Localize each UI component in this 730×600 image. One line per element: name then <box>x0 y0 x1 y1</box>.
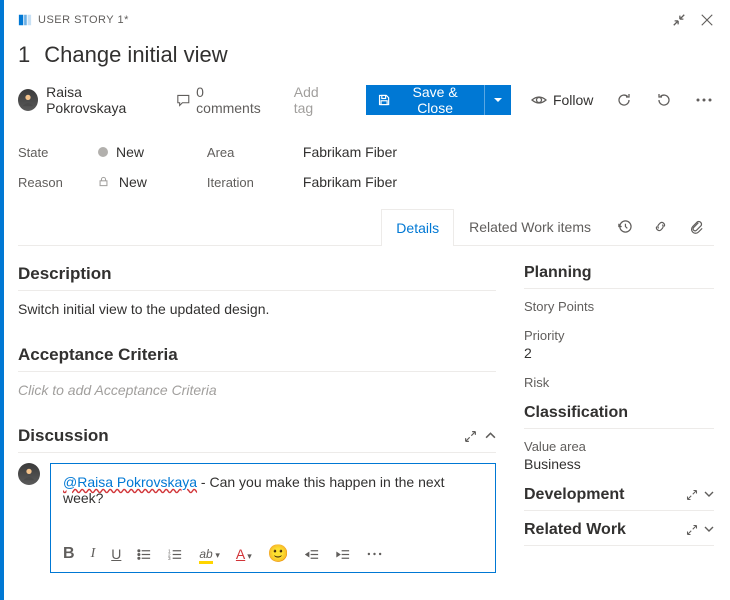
save-icon <box>378 93 390 107</box>
tab-details[interactable]: Details <box>381 209 454 246</box>
highlight-button[interactable]: ab▾ <box>199 545 220 564</box>
planning-header: Planning <box>524 264 714 282</box>
undo-icon <box>656 92 672 108</box>
more-actions-button[interactable] <box>694 89 714 111</box>
numbered-list-button[interactable]: 123 <box>168 547 183 562</box>
work-item-type-label: USER STORY 1* <box>38 14 129 26</box>
refresh-icon <box>616 92 632 108</box>
collapse-icon[interactable] <box>672 13 686 27</box>
expand-icon[interactable] <box>686 524 698 536</box>
state-field[interactable]: New <box>98 144 144 160</box>
state-label: State <box>18 145 70 160</box>
reason-field[interactable]: New <box>98 174 147 190</box>
priority-field[interactable]: 2 <box>524 345 714 361</box>
avatar <box>18 463 40 485</box>
divider <box>18 371 496 372</box>
description-header: Description <box>18 264 496 284</box>
increase-indent-button[interactable] <box>336 547 351 562</box>
assignee-name: Raisa Pokrovskaya <box>46 84 155 116</box>
assigned-to-field[interactable]: Raisa Pokrovskaya <box>18 84 156 116</box>
toolbar-more-button[interactable] <box>367 552 382 556</box>
divider <box>524 288 714 289</box>
chevron-down-icon[interactable] <box>704 489 714 501</box>
tab-attachments[interactable] <box>678 208 714 245</box>
save-close-split-button[interactable]: Save & Close <box>366 85 511 115</box>
work-item-title[interactable]: Change initial view <box>44 42 227 68</box>
acceptance-criteria-header: Acceptance Criteria <box>18 345 496 365</box>
svg-text:3: 3 <box>168 556 171 561</box>
chevron-down-icon <box>493 95 503 105</box>
emoji-button[interactable]: 🙂 <box>268 544 289 564</box>
divider <box>18 290 496 291</box>
discussion-header: Discussion <box>18 426 109 446</box>
state-dot-icon <box>98 147 108 157</box>
story-points-label: Story Points <box>524 299 714 314</box>
divider <box>18 452 496 453</box>
mention[interactable]: @Raisa Pokrovskaya <box>63 474 197 490</box>
underline-button[interactable]: U <box>111 546 121 562</box>
attachment-icon <box>689 219 704 234</box>
related-work-header: Related Work <box>524 521 626 539</box>
revert-button[interactable] <box>654 89 674 111</box>
refresh-button[interactable] <box>613 89 633 111</box>
discussion-comment-input[interactable]: @Raisa Pokrovskaya - Can you make this h… <box>50 463 496 573</box>
eye-icon <box>531 92 547 108</box>
avatar <box>18 89 38 111</box>
rich-text-toolbar: B I U 123 ab▾ A▾ 🙂 <box>51 536 495 572</box>
description-text[interactable]: Switch initial view to the updated desig… <box>18 301 496 317</box>
development-header: Development <box>524 486 624 504</box>
tab-history[interactable] <box>606 208 642 245</box>
bold-button[interactable]: B <box>63 545 75 563</box>
risk-label: Risk <box>524 375 714 390</box>
italic-button[interactable]: I <box>91 546 96 562</box>
chevron-down-icon[interactable] <box>704 524 714 536</box>
divider <box>524 510 714 511</box>
history-icon <box>617 219 632 234</box>
area-label: Area <box>207 145 275 160</box>
ellipsis-icon <box>696 98 712 102</box>
decrease-indent-button[interactable] <box>305 547 320 562</box>
link-icon <box>653 219 668 234</box>
area-field[interactable]: Fabrikam Fiber <box>303 144 397 160</box>
text-color-button[interactable]: A▾ <box>236 546 252 562</box>
divider <box>524 545 714 546</box>
save-close-button[interactable]: Save & Close <box>366 85 484 115</box>
user-story-icon <box>18 13 32 27</box>
tab-links[interactable] <box>642 208 678 245</box>
expand-icon[interactable] <box>464 430 477 443</box>
iteration-label: Iteration <box>207 175 275 190</box>
value-area-label: Value area <box>524 439 714 454</box>
add-tag-button[interactable]: Add tag <box>286 80 346 120</box>
reason-label: Reason <box>18 175 70 190</box>
work-item-id: 1 <box>18 42 30 68</box>
iteration-field[interactable]: Fabrikam Fiber <box>303 174 397 190</box>
divider <box>524 428 714 429</box>
tab-related-work-items[interactable]: Related Work items <box>454 208 606 245</box>
value-area-field[interactable]: Business <box>524 456 714 472</box>
save-dropdown-button[interactable] <box>484 85 511 115</box>
save-close-label: Save & Close <box>398 84 472 116</box>
bullet-list-button[interactable] <box>137 547 152 562</box>
lock-icon <box>98 174 113 190</box>
chevron-up-icon[interactable] <box>485 430 496 443</box>
comment-icon <box>176 92 191 108</box>
follow-button[interactable]: Follow <box>531 92 593 108</box>
follow-label: Follow <box>553 92 593 108</box>
close-icon[interactable] <box>700 13 714 27</box>
classification-header: Classification <box>524 404 714 422</box>
acceptance-criteria-placeholder[interactable]: Click to add Acceptance Criteria <box>18 382 496 398</box>
expand-icon[interactable] <box>686 489 698 501</box>
priority-label: Priority <box>524 328 714 343</box>
comments-count[interactable]: 0 comments <box>176 84 266 116</box>
comments-label: 0 comments <box>196 84 266 116</box>
